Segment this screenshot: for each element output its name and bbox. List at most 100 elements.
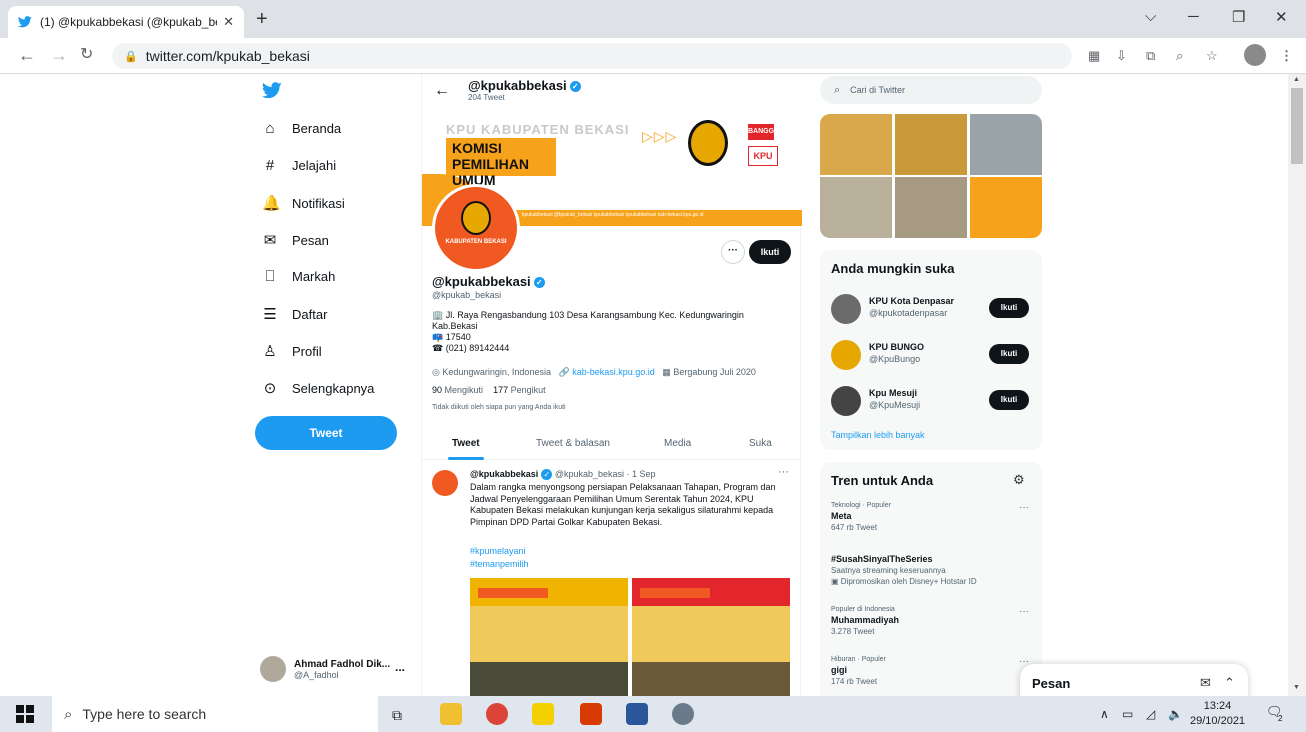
follow-button[interactable]: Ikuti [989,390,1029,410]
account-switcher[interactable]: Ahmad Fadhol Dik... @A_fadhol ... [260,656,405,682]
messages-title: Pesan [1032,676,1071,691]
compose-message-icon[interactable]: ✉ [1200,675,1211,691]
gear-icon[interactable]: ⚙ [1013,472,1025,488]
zoom-icon[interactable]: ⌕ [1176,48,1183,64]
media-thumb[interactable] [820,114,892,175]
banner-socials: kpukabbekasi @kpukab_bekasi kpukabbekasi… [522,212,704,218]
tweet-photo[interactable] [632,578,790,696]
taskbar-clock[interactable]: 13:24 29/10/2021 [1190,699,1245,729]
paint-icon[interactable] [672,703,694,725]
media-thumb[interactable] [895,177,967,238]
chrome-profile-avatar[interactable] [1244,44,1266,66]
powerpoint-icon[interactable] [580,703,602,725]
suggestion-item[interactable]: KPU Kota Denpasar @kpukotadenpasar Ikuti [831,290,1031,330]
page-scrollbar[interactable]: ▲ ▼ [1288,74,1306,696]
tray-chevron-icon[interactable]: ∧ [1100,707,1109,721]
scroll-down-icon[interactable]: ▼ [1293,684,1300,691]
follow-button[interactable]: Ikuti [989,344,1029,364]
profile-more-button[interactable]: ··· [721,240,745,264]
nav-item-selengkapnya[interactable]: ⊙ Selengkapnya [262,379,375,397]
nav-item-pesan[interactable]: ✉ Pesan [262,231,329,249]
address-bar[interactable]: 🔒 twitter.com/kpukab_bekasi [112,43,1072,69]
tweet-more-icon[interactable]: ··· [778,466,789,478]
tab-search-icon[interactable]: ⌵ [1145,8,1156,25]
photo-people [632,662,790,696]
nav-item-jelajahi[interactable]: # Jelajahi [262,157,336,174]
wifi-icon[interactable]: ◿ [1146,707,1155,721]
trend-more-icon[interactable]: ··· [1019,606,1029,617]
tweet-avatar[interactable] [432,470,458,496]
volume-icon[interactable]: 🔈 [1168,707,1183,721]
task-view-icon[interactable]: ⧉ [392,707,402,724]
followers-link[interactable]: 177 Pengikut [493,385,546,395]
trend-more-icon[interactable]: ··· [1019,502,1029,513]
trend-item[interactable]: Populer di Indonesia Muhammadiyah 3.278 … [831,606,1031,636]
profile-website-link[interactable]: kab-bekasi.kpu.go.id [572,367,655,377]
media-thumb[interactable] [895,114,967,175]
trend-item[interactable]: Teknologi · Populer Meta 647 rb Tweet ··… [831,502,1031,532]
nav-item-markah[interactable]: ⎕ Markah [262,268,335,285]
suggestion-item[interactable]: KPU BUNGO @KpuBungo Ikuti [831,336,1031,376]
battery-icon[interactable]: ▭ [1122,707,1133,721]
tab-tweet-balasan[interactable]: Tweet & balasan [536,438,610,449]
banner-line: KOMISI [452,140,502,156]
bookmark-star-icon[interactable]: ☆ [1206,48,1218,64]
tab-tweet[interactable]: Tweet [452,438,480,449]
qr-icon[interactable]: ▦ [1088,48,1100,64]
profile-avatar[interactable]: KABUPATEN BEKASI [432,184,520,272]
tweet-hashtag[interactable]: #kpumelayani [470,546,526,556]
following-link[interactable]: 90 Mengikuti [432,385,483,395]
expand-icon[interactable]: ⌃ [1224,675,1235,691]
translate-icon[interactable]: ⧉ [1146,48,1155,64]
taskbar-search-input[interactable]: ⌕ Type here to search [52,696,378,732]
trend-item[interactable]: Hiburan · Populer gigi 174 rb Tweet ··· [831,656,1031,686]
install-icon[interactable]: ⇩ [1116,48,1127,64]
chrome-icon[interactable] [486,703,508,725]
messages-drawer[interactable]: Pesan ✉ ⌃ [1020,664,1248,696]
forward-arrow-icon[interactable]: → [50,46,68,64]
account-name: Ahmad Fadhol Dik... [294,658,391,670]
nav-item-beranda[interactable]: ⌂ Beranda [262,120,341,137]
tweet-button[interactable]: Tweet [255,416,397,450]
media-thumb[interactable] [820,177,892,238]
app-icon[interactable] [532,703,554,725]
suggestion-item[interactable]: Kpu Mesuji @KpuMesuji Ikuti [831,382,1031,422]
windows-start-icon[interactable] [16,705,34,723]
nav-item-notifikasi[interactable]: 🔔 Notifikasi [262,194,345,212]
new-tab-button[interactable]: + [256,8,268,30]
show-more-link[interactable]: Tampilkan lebih banyak [831,430,925,440]
search-input[interactable]: ⌕ Cari di Twitter [820,76,1042,104]
reload-icon[interactable]: ↻ [80,46,93,64]
chrome-menu-icon[interactable]: ⋮ [1280,48,1293,64]
media-grid[interactable] [820,114,1042,238]
maximize-button[interactable]: ❐ [1232,8,1245,26]
follow-button[interactable]: Ikuti [989,298,1029,318]
follow-button[interactable]: Ikuti [749,240,791,264]
scroll-up-icon[interactable]: ▲ [1293,76,1300,83]
tweet-hashtag[interactable]: #temanpemilih [470,559,529,569]
back-arrow-icon[interactable]: ← [434,82,450,100]
tweet-photo[interactable] [470,578,628,696]
word-icon[interactable] [626,703,648,725]
back-arrow-icon[interactable]: ← [18,46,36,64]
twitter-logo-icon[interactable] [262,82,282,99]
browser-tab[interactable]: (1) @kpukabbekasi (@kpukab_be ✕ [8,6,244,38]
tab-suka[interactable]: Suka [749,438,772,449]
tab-close-icon[interactable]: ✕ [223,14,234,30]
trend-item[interactable]: #SusahSinyalTheSeries Saatnya streaming … [831,552,1031,586]
media-thumb[interactable] [970,177,1042,238]
minimize-button[interactable]: ─ [1188,8,1199,25]
scrollbar-thumb[interactable] [1291,88,1303,164]
notification-center-icon[interactable]: 🗨 2 [1266,704,1286,724]
file-explorer-icon[interactable] [440,703,462,725]
tab-media[interactable]: Media [664,438,691,449]
tweet-text: Dalam rangka menyongsong persiapan Pelak… [470,482,776,527]
bookmark-icon: ⎕ [265,268,275,285]
media-thumb[interactable] [970,114,1042,175]
close-window-button[interactable]: ✕ [1275,8,1288,26]
tweet-author[interactable]: @kpukabbekasi [470,469,538,479]
nav-item-profil[interactable]: ♙ Profil [262,342,321,360]
promoted-icon: ▣ [831,577,839,586]
tweet-item[interactable]: @kpukabbekasi ✓ @kpukab_bekasi · 1 Sep ··… [422,462,802,696]
nav-item-daftar[interactable]: ☰ Daftar [262,305,327,323]
